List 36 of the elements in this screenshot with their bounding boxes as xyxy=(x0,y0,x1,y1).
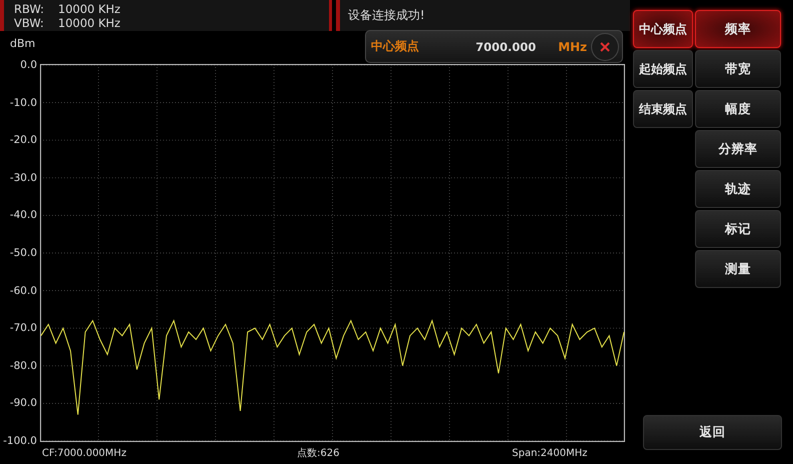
menu-button[interactable]: 轨迹 xyxy=(695,170,781,208)
popup-value[interactable]: 7000.000 xyxy=(469,40,536,54)
popup-label: 中心频点 xyxy=(371,38,420,55)
y-tick-label: -50.0 xyxy=(8,246,37,261)
y-tick-label: -20.0 xyxy=(8,133,37,148)
point-count: 点数:626 xyxy=(297,447,340,461)
center-frequency: CF:7000.000MHz xyxy=(42,447,128,461)
menu-button[interactable]: 测量 xyxy=(695,250,781,288)
menu-button[interactable]: 频率 xyxy=(695,10,781,48)
span-value: Span:2400MHz xyxy=(512,447,588,461)
rbw-label: RBW: xyxy=(14,2,46,16)
vbw-value: 10000 KHz xyxy=(58,16,122,30)
submenu-button[interactable]: 起始频点 xyxy=(633,50,693,88)
close-button[interactable] xyxy=(591,32,620,60)
y-tick-label: -90.0 xyxy=(8,396,37,412)
y-tick-label: -10.0 xyxy=(8,96,37,111)
status-message: 设备连接成功! xyxy=(336,0,630,31)
menu-button[interactable]: 标记 xyxy=(695,210,781,248)
submenu-button[interactable]: 结束频点 xyxy=(633,90,693,128)
menu-button[interactable]: 带宽 xyxy=(695,50,781,88)
y-tick-label: -70.0 xyxy=(8,321,37,336)
rbw-value: 10000 KHz xyxy=(58,2,122,16)
vbw-label: VBW: xyxy=(14,16,45,30)
submenu-button[interactable]: 中心频点 xyxy=(633,10,693,48)
y-tick-label: -80.0 xyxy=(8,358,37,374)
menu-button[interactable]: 幅度 xyxy=(695,90,781,128)
back-button[interactable]: 返回 xyxy=(643,415,782,450)
y-tick-label: 0.0 xyxy=(19,58,37,73)
y-tick-label: -100.0 xyxy=(2,434,37,449)
y-tick-label: -30.0 xyxy=(8,170,37,186)
y-tick-label: -40.0 xyxy=(8,208,37,224)
popup-unit: MHz xyxy=(558,40,588,54)
menu-button[interactable]: 分辨率 xyxy=(695,130,781,168)
close-icon xyxy=(600,42,610,52)
y-tick-label: -60.0 xyxy=(8,284,37,299)
y-unit: dBm xyxy=(9,37,36,51)
